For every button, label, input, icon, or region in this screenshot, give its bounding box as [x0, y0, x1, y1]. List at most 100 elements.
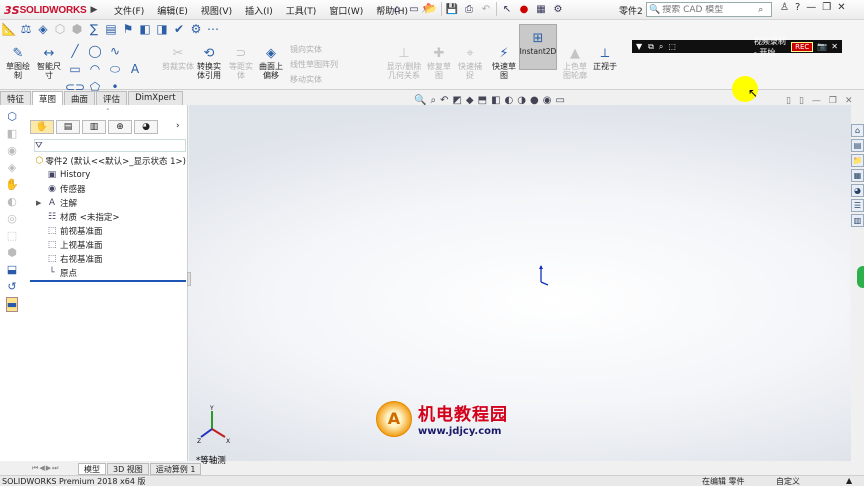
rec-button[interactable]: REC	[791, 41, 814, 52]
rapid-sketch-button[interactable]: ⚡ 快速草图	[490, 44, 518, 81]
dimxpertmanager-tab-icon[interactable]: ⊕	[108, 120, 132, 134]
dynamic-annotation-icon[interactable]: ◆	[466, 95, 474, 106]
camera-icon[interactable]: 📷	[817, 42, 827, 51]
status-up-icon[interactable]: ▲	[846, 476, 852, 485]
more-icon[interactable]: ⋯	[206, 22, 220, 36]
hide-show-icon[interactable]: ◐	[505, 95, 514, 106]
tool-icon-9[interactable]: ⬢	[7, 246, 17, 259]
tree-filter[interactable]: ⛛	[34, 139, 186, 152]
rebuild-icon[interactable]: ▦	[534, 2, 548, 16]
mirror-entities[interactable]: 镜向实体	[290, 44, 338, 55]
menu-window[interactable]: 窗口(W)	[327, 3, 365, 18]
apply-scene-icon[interactable]: ◉	[543, 95, 552, 106]
sketch-text-icon[interactable]: A	[128, 62, 142, 76]
repair-sketch-button[interactable]: ✚ 修复草图	[426, 44, 452, 81]
tab-evaluate[interactable]: 评估	[96, 91, 128, 105]
recorder-menu-icon[interactable]: ▼	[636, 42, 642, 51]
user-icon[interactable]: ♙	[780, 2, 789, 13]
search-scope-icon[interactable]: 🔍	[649, 5, 660, 15]
menu-insert[interactable]: 插入(I)	[243, 3, 275, 18]
mass-props-icon[interactable]: ⚖	[19, 22, 33, 36]
viewport-minimize-icon[interactable]: —	[812, 96, 821, 106]
recorder-screen-icon[interactable]: ⧉	[648, 42, 654, 52]
restore-icon[interactable]: ❐	[822, 2, 831, 13]
zoom-area-icon[interactable]: ⌕	[430, 95, 436, 106]
quick-snaps-button[interactable]: ⌖ 快速捕捉	[456, 44, 484, 81]
equation-icon[interactable]: ∑	[87, 22, 101, 36]
interference-icon[interactable]: ⬢	[70, 22, 84, 36]
search-box[interactable]: 🔍 ⌕	[646, 2, 772, 17]
add-in-icon[interactable]: ⚙	[189, 22, 203, 36]
menu-view[interactable]: 视图(V)	[199, 3, 234, 18]
recorder-zoom-icon[interactable]: ⌕	[659, 42, 663, 52]
floating-widget-icon[interactable]	[857, 266, 864, 288]
propertymanager-tab-icon[interactable]: ▤	[56, 120, 80, 134]
rectangle-icon[interactable]: ▭	[68, 62, 82, 76]
relations-icon[interactable]: ⚑	[121, 22, 135, 36]
measure-icon[interactable]: 📐	[2, 22, 17, 36]
tool-icon-5[interactable]: ✋	[5, 178, 19, 191]
instant2d-button[interactable]: ⊞ Instant2D	[519, 24, 557, 70]
tool-icon-11[interactable]: ↺	[7, 280, 16, 293]
first-tab-icon[interactable]: ⏮	[32, 464, 38, 473]
chevron-right-icon[interactable]: ▶	[90, 5, 97, 15]
search-icon[interactable]: ⌕	[758, 5, 763, 15]
panel-splitter[interactable]	[187, 272, 191, 286]
tree-item-front-plane[interactable]: ⬚ 前视基准面	[30, 224, 186, 238]
tree-item-right-plane[interactable]: ⬚ 右视基准面	[30, 252, 186, 266]
help-icon[interactable]: ?	[795, 2, 800, 13]
tab-model[interactable]: 模型	[78, 463, 106, 475]
move-entities[interactable]: 移动实体	[290, 74, 338, 85]
tool-icon-4[interactable]: ◈	[8, 161, 16, 174]
view-settings-icon[interactable]: ▭	[555, 95, 564, 106]
text-icon[interactable]	[128, 44, 142, 58]
view-palette-icon[interactable]: ▦	[851, 169, 864, 182]
search-input[interactable]	[662, 4, 759, 15]
traffic-light-icon[interactable]: ●	[517, 2, 531, 16]
close-icon[interactable]: ✕	[837, 2, 845, 13]
tool-icon-8[interactable]: ⬚	[7, 229, 17, 242]
appearances-icon[interactable]: ◕	[851, 184, 864, 197]
options-gear-icon[interactable]: ⚙	[551, 2, 565, 16]
design-table-icon[interactable]: ▤	[104, 22, 118, 36]
tool-icon-6[interactable]: ◐	[7, 195, 17, 208]
display-delete-relations-button[interactable]: ⊥ 显示/删除几何关系	[384, 44, 424, 81]
verify-icon[interactable]: ✔	[172, 22, 186, 36]
tree-item-sensors[interactable]: ◉ 传感器	[30, 182, 186, 196]
tab-surfaces[interactable]: 曲面	[64, 91, 96, 105]
scene-icon[interactable]: ●	[530, 95, 539, 106]
sketch-tool-icon[interactable]: ⬡	[7, 110, 17, 123]
recorder-close-icon[interactable]: ✕	[831, 42, 838, 51]
tool-icon-3[interactable]: ◉	[7, 144, 17, 157]
new-document-icon[interactable]: ▭	[407, 2, 421, 16]
menu-edit[interactable]: 编辑(E)	[155, 3, 190, 18]
tool-icon-7[interactable]: ◎	[7, 212, 17, 225]
tree-item-origin[interactable]: └ 原点	[30, 266, 186, 280]
record-macro-icon[interactable]: ◨	[155, 22, 169, 36]
solidworks-logo[interactable]: 3S SOLIDWORKS ▶	[4, 2, 97, 18]
macro-icon[interactable]: ◧	[138, 22, 152, 36]
viewport-close-icon[interactable]: ✕	[845, 96, 853, 106]
check-icon[interactable]: ⬡	[53, 22, 67, 36]
solidworks-resources-icon[interactable]: ⌂	[851, 124, 864, 137]
chevron-right-icon[interactable]: ›	[176, 121, 180, 131]
configurationmanager-tab-icon[interactable]: ▥	[82, 120, 106, 134]
viewport-maximize-icon[interactable]: ❐	[829, 96, 837, 106]
view-orientation-icon[interactable]: ⬒	[478, 95, 487, 106]
menu-file[interactable]: 文件(F)	[112, 3, 146, 18]
design-library-icon[interactable]: ▤	[851, 139, 864, 152]
edit-appearance-icon[interactable]: ◑	[517, 95, 526, 106]
home-icon[interactable]: ⌂	[390, 2, 404, 16]
zoom-to-fit-icon[interactable]: 🔍	[414, 95, 426, 106]
circle-icon[interactable]: ◯	[88, 44, 102, 58]
shaded-sketch-contours-button[interactable]: ▲ 上色草图轮廓	[560, 44, 590, 81]
linear-pattern[interactable]: 线性草图阵列	[290, 59, 338, 70]
prev-tab-icon[interactable]: ◀	[39, 464, 44, 473]
graphics-area[interactable]	[189, 105, 851, 461]
undo-icon[interactable]: ↶	[479, 2, 493, 16]
print-icon[interactable]: ⎙	[462, 2, 476, 16]
smart-dimension-button[interactable]: ↔ 智能尺寸	[34, 44, 64, 81]
open-folder-icon[interactable]: 📂	[424, 2, 438, 16]
status-units[interactable]: 自定义	[776, 476, 800, 486]
normal-to-button[interactable]: ⟂ 正视于	[590, 44, 620, 72]
